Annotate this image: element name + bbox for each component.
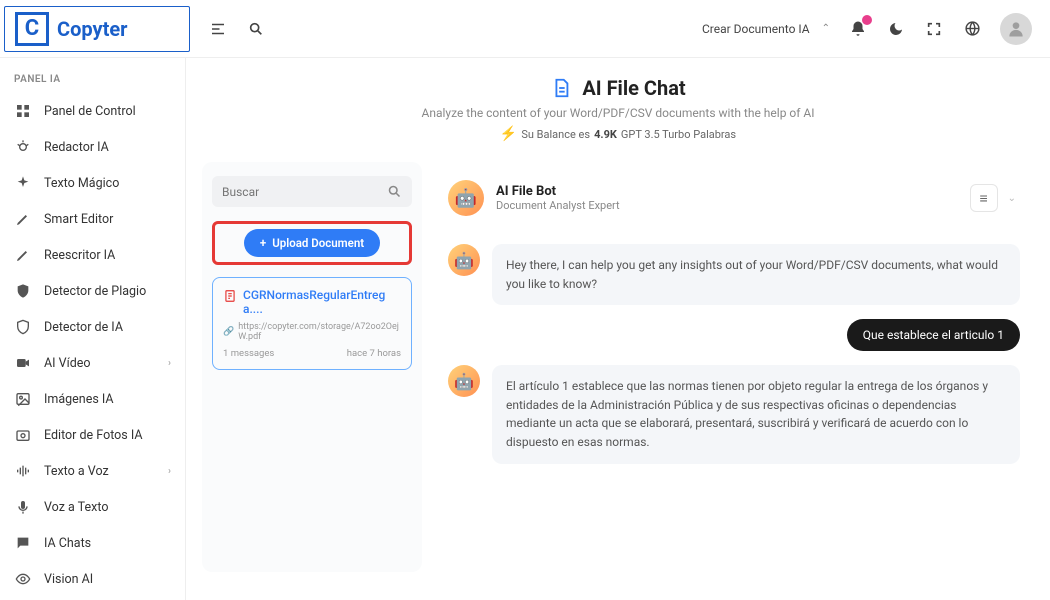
bug-icon — [14, 138, 32, 156]
dark-mode-icon[interactable] — [886, 19, 906, 39]
notification-badge — [862, 15, 872, 25]
sidebar-item-editor-de-fotos-ia[interactable]: Editor de Fotos IA — [0, 417, 185, 453]
grid-icon — [14, 102, 32, 120]
shield-icon — [14, 282, 32, 300]
document-url: https://copyter.com/storage/A72oo2OejW.p… — [238, 322, 401, 342]
sparkle-icon — [14, 174, 32, 192]
bot-role: Document Analyst Expert — [496, 199, 620, 212]
chevron-right-icon: › — [168, 466, 171, 477]
create-document-label: Crear Documento IA — [702, 22, 810, 36]
notifications-icon[interactable] — [848, 19, 868, 39]
pen-icon — [14, 246, 32, 264]
chat-menu-button[interactable]: ≡ — [970, 184, 998, 212]
sidebar-item-label: Smart Editor — [44, 212, 113, 227]
sidebar-item-label: Voz a Texto — [44, 500, 108, 515]
bolt-icon: ⚡ — [500, 126, 517, 142]
sidebar-item-reescritor-ia[interactable]: Reescritor IA — [0, 237, 185, 273]
brand-name: Copyter — [57, 17, 127, 41]
user-avatar[interactable] — [1000, 13, 1032, 45]
sidebar-item-detector-de-plagio[interactable]: Detector de Plagio — [0, 273, 185, 309]
sidebar-item-label: Imágenes IA — [44, 392, 114, 407]
sidebar-item-label: Reescritor IA — [44, 248, 115, 263]
sidebar-item-redactor-ia[interactable]: Redactor IA — [0, 129, 185, 165]
pen-icon — [14, 210, 32, 228]
bot-avatar-icon: 🤖 — [448, 365, 480, 397]
sidebar-item-texto-a-voz[interactable]: Texto a Voz › — [0, 453, 185, 489]
search-icon — [387, 184, 402, 199]
message-text: El artículo 1 establece que las normas t… — [492, 365, 1020, 463]
upload-highlight: + Upload Document — [212, 221, 412, 265]
sidebar-item-imágenes-ia[interactable]: Imágenes IA — [0, 381, 185, 417]
balance-suffix: GPT 3.5 Turbo Palabras — [621, 128, 736, 141]
bot-avatar: 🤖 — [448, 180, 484, 216]
mic-icon — [14, 498, 32, 516]
balance-prefix: Su Balance es — [521, 128, 590, 141]
link-icon: 🔗 — [223, 327, 234, 337]
message-text: Que establece el articulo 1 — [847, 319, 1020, 351]
sidebar-item-panel-de-control[interactable]: Panel de Control — [0, 93, 185, 129]
search-icon[interactable] — [246, 19, 266, 39]
page-subtitle: Analyze the content of your Word/PDF/CSV… — [202, 106, 1034, 120]
file-icon — [550, 77, 572, 99]
chat-icon — [14, 534, 32, 552]
balance-row: ⚡ Su Balance es 4.9K GPT 3.5 Turbo Palab… — [202, 126, 1034, 142]
search-input[interactable] — [222, 185, 387, 199]
sidebar-item-label: Texto Mágico — [44, 176, 119, 191]
video-icon — [14, 354, 32, 372]
upload-document-button[interactable]: + Upload Document — [244, 229, 380, 257]
bot-avatar-icon: 🤖 — [448, 244, 480, 276]
chevron-right-icon: › — [168, 358, 171, 369]
document-messages-count: 1 messages — [223, 348, 274, 359]
sidebar-item-label: Detector de Plagio — [44, 284, 146, 299]
image-icon — [14, 390, 32, 408]
sidebar-item-label: IA Chats — [44, 536, 91, 551]
sidebar-item-label: Texto a Voz — [44, 464, 109, 479]
document-card[interactable]: CGRNormasRegularEntrega.... 🔗 https://co… — [212, 277, 412, 370]
sound-icon — [14, 462, 32, 480]
bot-name: AI File Bot — [496, 184, 620, 199]
sidebar-item-ia-chats[interactable]: IA Chats — [0, 525, 185, 561]
upload-label: Upload Document — [272, 236, 364, 250]
bot-message: 🤖 El artículo 1 establece que las normas … — [448, 365, 1020, 463]
user-message: Que establece el articulo 1 — [448, 319, 1020, 351]
create-document-dropdown[interactable]: Crear Documento IA ⌃ — [702, 22, 830, 36]
eye-icon — [14, 570, 32, 588]
plus-icon: + — [260, 236, 266, 250]
chevron-down-icon[interactable]: ⌄ — [1004, 193, 1020, 204]
message-text: Hey there, I can help you get any insigh… — [492, 244, 1020, 305]
chevron-up-icon: ⌃ — [822, 23, 830, 34]
sidebar-item-texto-mágico[interactable]: Texto Mágico — [0, 165, 185, 201]
page-title: AI File Chat — [582, 76, 685, 100]
sidebar-item-label: Panel de Control — [44, 104, 136, 119]
documents-panel: + Upload Document CGRNormasRegularEntreg… — [202, 162, 422, 572]
sidebar-item-label: Editor de Fotos IA — [44, 428, 143, 443]
fullscreen-icon[interactable] — [924, 19, 944, 39]
sidebar-item-voz-a-texto[interactable]: Voz a Texto — [0, 489, 185, 525]
logo[interactable]: C Copyter — [4, 6, 190, 52]
search-box[interactable] — [212, 176, 412, 207]
document-time: hace 7 horas — [347, 348, 401, 359]
menu-toggle-icon[interactable] — [208, 19, 228, 39]
sidebar: PANEL IA Panel de Control Redactor IA Text… — [0, 0, 186, 600]
sidebar-item-label: AI Vídeo — [44, 356, 91, 371]
balance-value: 4.9K — [594, 128, 617, 141]
sidebar-section-label: PANEL IA — [0, 66, 185, 93]
pdf-icon — [223, 288, 237, 304]
sidebar-item-detector-de-ia[interactable]: Detector de IA — [0, 309, 185, 345]
sidebar-item-label: Redactor IA — [44, 140, 109, 155]
photo-icon — [14, 426, 32, 444]
shield2-icon — [14, 318, 32, 336]
logo-mark: C — [15, 12, 49, 46]
sidebar-item-label: Detector de IA — [44, 320, 123, 335]
sidebar-item-vision-ai[interactable]: Vision AI — [0, 561, 185, 597]
sidebar-item-smart-editor[interactable]: Smart Editor — [0, 201, 185, 237]
bot-message: 🤖 Hey there, I can help you get any insig… — [448, 244, 1020, 305]
sidebar-item-label: Vision AI — [44, 572, 93, 587]
chat-panel: 🤖 AI File Bot Document Analyst Expert ≡ … — [434, 162, 1034, 572]
document-name: CGRNormasRegularEntrega.... — [243, 288, 401, 316]
sidebar-item-ai-vídeo[interactable]: AI Vídeo › — [0, 345, 185, 381]
language-icon[interactable] — [962, 19, 982, 39]
